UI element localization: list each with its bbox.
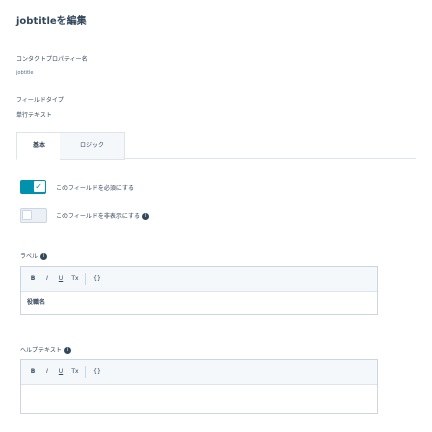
help-text-label-row: ヘルプテキスト i [20, 345, 71, 354]
label-editor-toolbar: B I U Tx {} [21, 267, 377, 292]
hidden-toggle-label-row: このフィールドを非表示にする i [56, 211, 149, 220]
toolbar-divider [85, 273, 86, 285]
tab-basic[interactable]: 基本 [16, 132, 62, 160]
edit-property-panel: jobtitleを編集 コンタクトプロパティー名 jobtitle フィールドタ… [0, 0, 432, 432]
bold-button[interactable]: B [27, 267, 39, 291]
required-toggle-label: このフィールドを必須にする [56, 185, 134, 192]
contact-property-label: コンタクトプロパティー名 [16, 56, 88, 63]
label-field-label: ラベル [20, 253, 39, 260]
help-text-editor[interactable]: B I U Tx {} [20, 359, 378, 414]
tab-bar: 基本 ロジック [16, 132, 416, 160]
info-icon[interactable]: i [63, 347, 71, 354]
hidden-toggle-label: このフィールドを非表示にする [56, 213, 140, 220]
page-title: jobtitleを編集 [16, 16, 87, 27]
underline-button[interactable]: U [55, 360, 67, 384]
info-icon[interactable]: i [40, 253, 48, 260]
field-type-value: 単行テキスト [16, 112, 52, 119]
required-toggle[interactable]: ✓ [20, 180, 46, 194]
italic-button[interactable]: I [41, 267, 53, 291]
help-text-editor-content[interactable] [21, 385, 377, 413]
info-icon[interactable]: i [141, 213, 149, 220]
personalize-token-button[interactable]: {} [91, 267, 103, 291]
check-icon: ✓ [35, 182, 42, 191]
field-type-label: フィールドタイプ [16, 97, 64, 104]
label-field-label-row: ラベル i [20, 251, 48, 260]
toggle-knob [22, 210, 32, 220]
toolbar-divider [85, 366, 86, 378]
label-editor[interactable]: B I U Tx {} 役職名 [20, 266, 378, 315]
bold-button[interactable]: B [27, 360, 39, 384]
contact-property-value: jobtitle [16, 70, 34, 76]
toggle-knob: ✓ [34, 181, 45, 192]
italic-button[interactable]: I [41, 360, 53, 384]
hidden-toggle[interactable] [20, 208, 47, 223]
help-text-editor-toolbar: B I U Tx {} [21, 360, 377, 385]
label-editor-content[interactable]: 役職名 [21, 292, 377, 314]
underline-button[interactable]: U [55, 267, 67, 291]
help-text-label: ヘルプテキスト [20, 347, 62, 354]
tab-logic[interactable]: ロジック [60, 132, 125, 160]
clear-format-button[interactable]: Tx [69, 267, 81, 291]
personalize-token-button[interactable]: {} [91, 360, 103, 384]
clear-format-button[interactable]: Tx [69, 360, 81, 384]
